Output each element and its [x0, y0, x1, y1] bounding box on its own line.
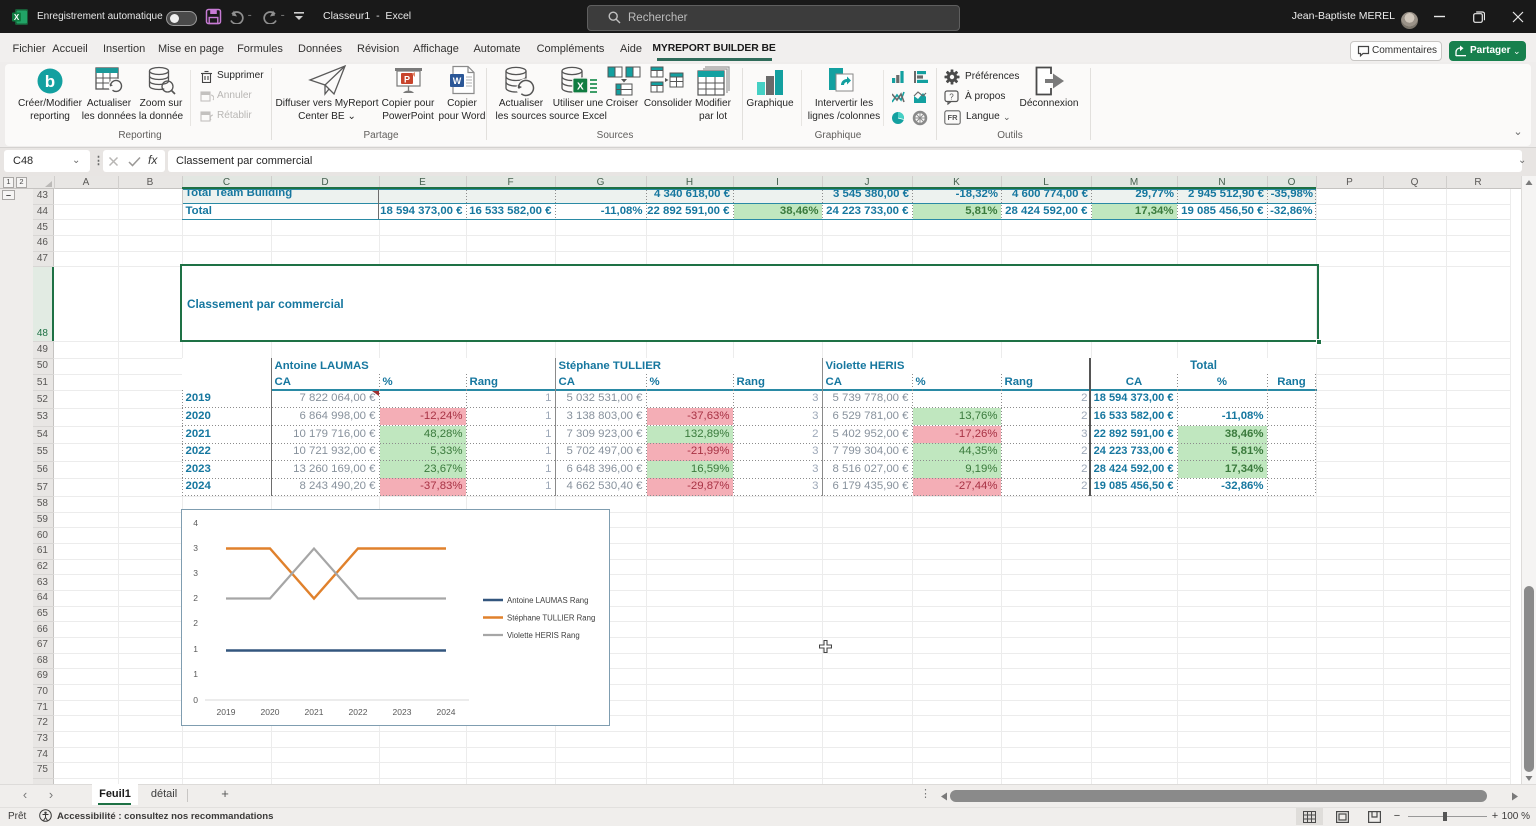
svg-text:b: b: [45, 72, 55, 91]
svg-text:4: 4: [193, 518, 198, 528]
svg-text:P: P: [404, 75, 410, 85]
svg-text:2020: 2020: [261, 707, 280, 717]
svg-text:2019: 2019: [217, 707, 236, 717]
svg-text:1: 1: [193, 669, 198, 679]
svg-text:Antoine LAUMAS Rang: Antoine LAUMAS Rang: [507, 596, 588, 605]
svg-text:FR: FR: [948, 113, 959, 122]
svg-text:W: W: [453, 76, 462, 86]
svg-text:2024: 2024: [437, 707, 456, 717]
svg-text:X: X: [577, 82, 584, 93]
svg-text:?: ?: [949, 92, 954, 101]
svg-text:2: 2: [193, 593, 198, 603]
svg-text:2021: 2021: [305, 707, 324, 717]
svg-text:2022: 2022: [349, 707, 368, 717]
svg-text:0: 0: [193, 695, 198, 705]
svg-text:Violette HERIS Rang: Violette HERIS Rang: [507, 631, 580, 640]
svg-text:3: 3: [193, 568, 198, 578]
svg-text:X: X: [14, 13, 20, 22]
svg-text:2: 2: [193, 618, 198, 628]
svg-text:1: 1: [193, 644, 198, 654]
svg-text:2023: 2023: [393, 707, 412, 717]
svg-text:3: 3: [193, 543, 198, 553]
svg-text:Stéphane TULLIER Rang: Stéphane TULLIER Rang: [507, 614, 595, 623]
